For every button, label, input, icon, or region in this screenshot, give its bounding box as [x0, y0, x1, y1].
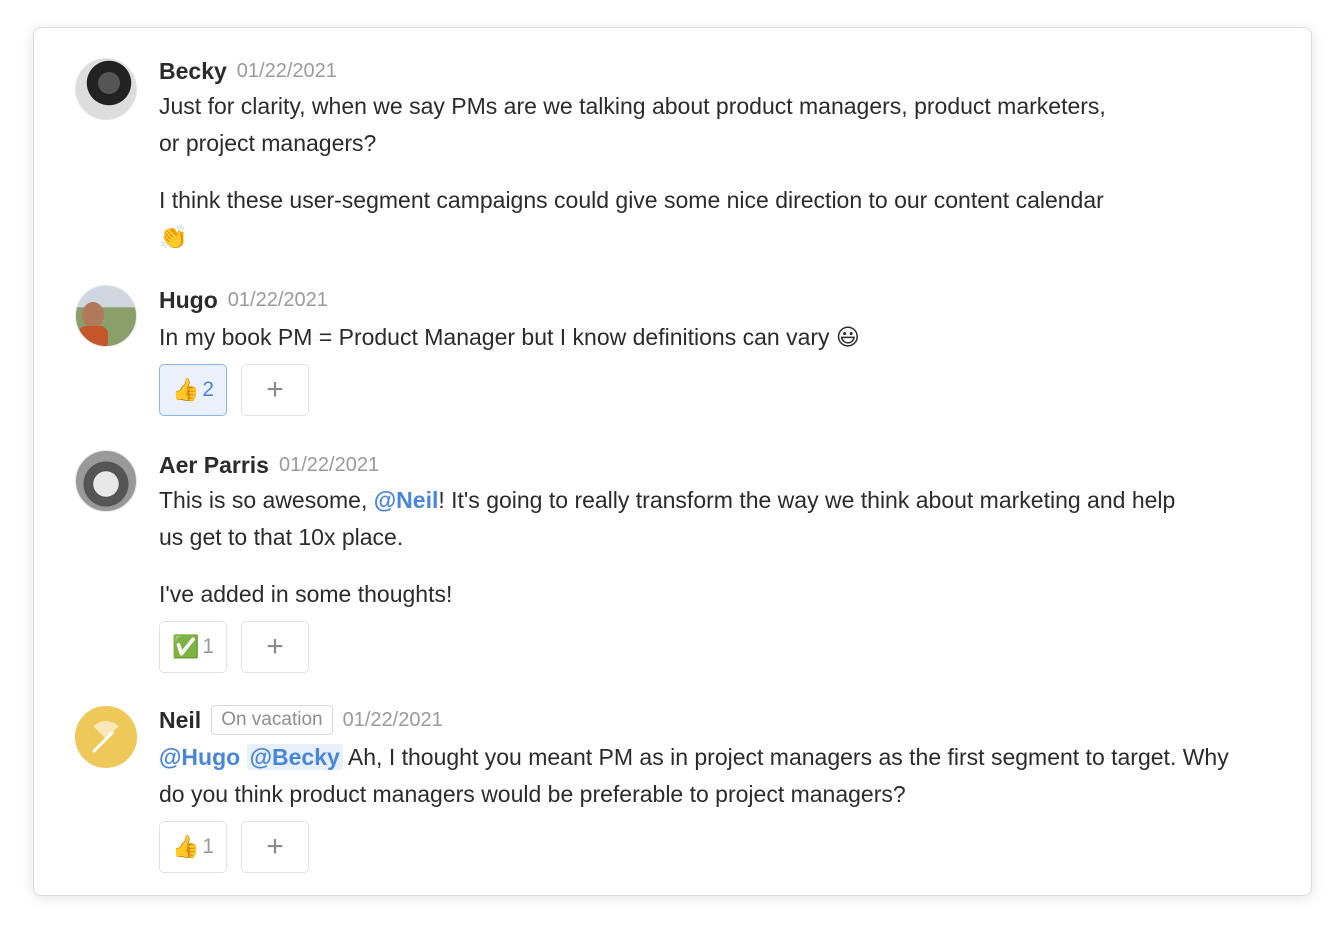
message-text: I think these user-segment campaigns cou…: [159, 187, 1104, 250]
message-text: @Hugo @Becky Ah, I thought you meant PM …: [159, 739, 1229, 813]
status-badge: On vacation: [211, 705, 333, 735]
reactions: 👍 1 +: [159, 821, 1251, 873]
message-text: This is so awesome, @Neil! It's going to…: [159, 482, 1199, 556]
message-date: 01/22/2021: [236, 59, 337, 82]
avatar-neil[interactable]: [75, 706, 137, 768]
avatar-hugo[interactable]: [75, 285, 137, 347]
add-reaction-button[interactable]: +: [241, 621, 309, 673]
thumbs-up-icon: 👍: [171, 377, 200, 402]
reaction-count: 2: [202, 378, 215, 401]
comment-thread: Becky 01/22/2021 Just for clarity, when …: [33, 27, 1312, 896]
text-segment: This is so awesome,: [159, 487, 374, 513]
message-text: I've added in some thoughts!: [159, 581, 453, 607]
add-reaction-button[interactable]: +: [241, 364, 309, 416]
thumbs-up-icon: 👍: [171, 834, 200, 859]
check-mark-icon: ✅: [171, 634, 200, 659]
message-text: In my book PM = Product Manager but I kn…: [159, 324, 860, 350]
message-date: 01/22/2021: [278, 453, 380, 476]
umbrella-icon: [92, 721, 119, 753]
avatar-becky[interactable]: [75, 58, 137, 120]
message-date: 01/22/2021: [342, 708, 443, 731]
reaction-check[interactable]: ✅ 1: [159, 621, 227, 673]
reaction-count: 1: [202, 835, 215, 858]
plus-icon: +: [266, 373, 284, 406]
reaction-count: 1: [202, 635, 215, 658]
author-name[interactable]: Neil: [159, 707, 201, 734]
add-reaction-button[interactable]: +: [241, 821, 309, 873]
author-name[interactable]: Aer Parris: [159, 452, 269, 479]
message-text: Just for clarity, when we say PMs are we…: [159, 93, 1106, 156]
plus-icon: +: [266, 630, 284, 663]
author-name[interactable]: Hugo: [159, 287, 218, 314]
reaction-thumbs-up[interactable]: 👍 1: [159, 821, 227, 873]
reactions: ✅ 1 +: [159, 621, 1251, 673]
author-name[interactable]: Becky: [159, 58, 227, 85]
message-date: 01/22/2021: [227, 288, 328, 311]
reactions: 👍 2 +: [159, 364, 1251, 416]
mention-hugo[interactable]: @Hugo: [159, 744, 240, 770]
reaction-thumbs-up[interactable]: 👍 2: [159, 364, 227, 416]
plus-icon: +: [266, 830, 284, 863]
mention-neil[interactable]: @Neil: [374, 487, 439, 513]
mention-becky[interactable]: @Becky: [246, 744, 343, 770]
avatar-aer-parris[interactable]: [75, 450, 137, 512]
